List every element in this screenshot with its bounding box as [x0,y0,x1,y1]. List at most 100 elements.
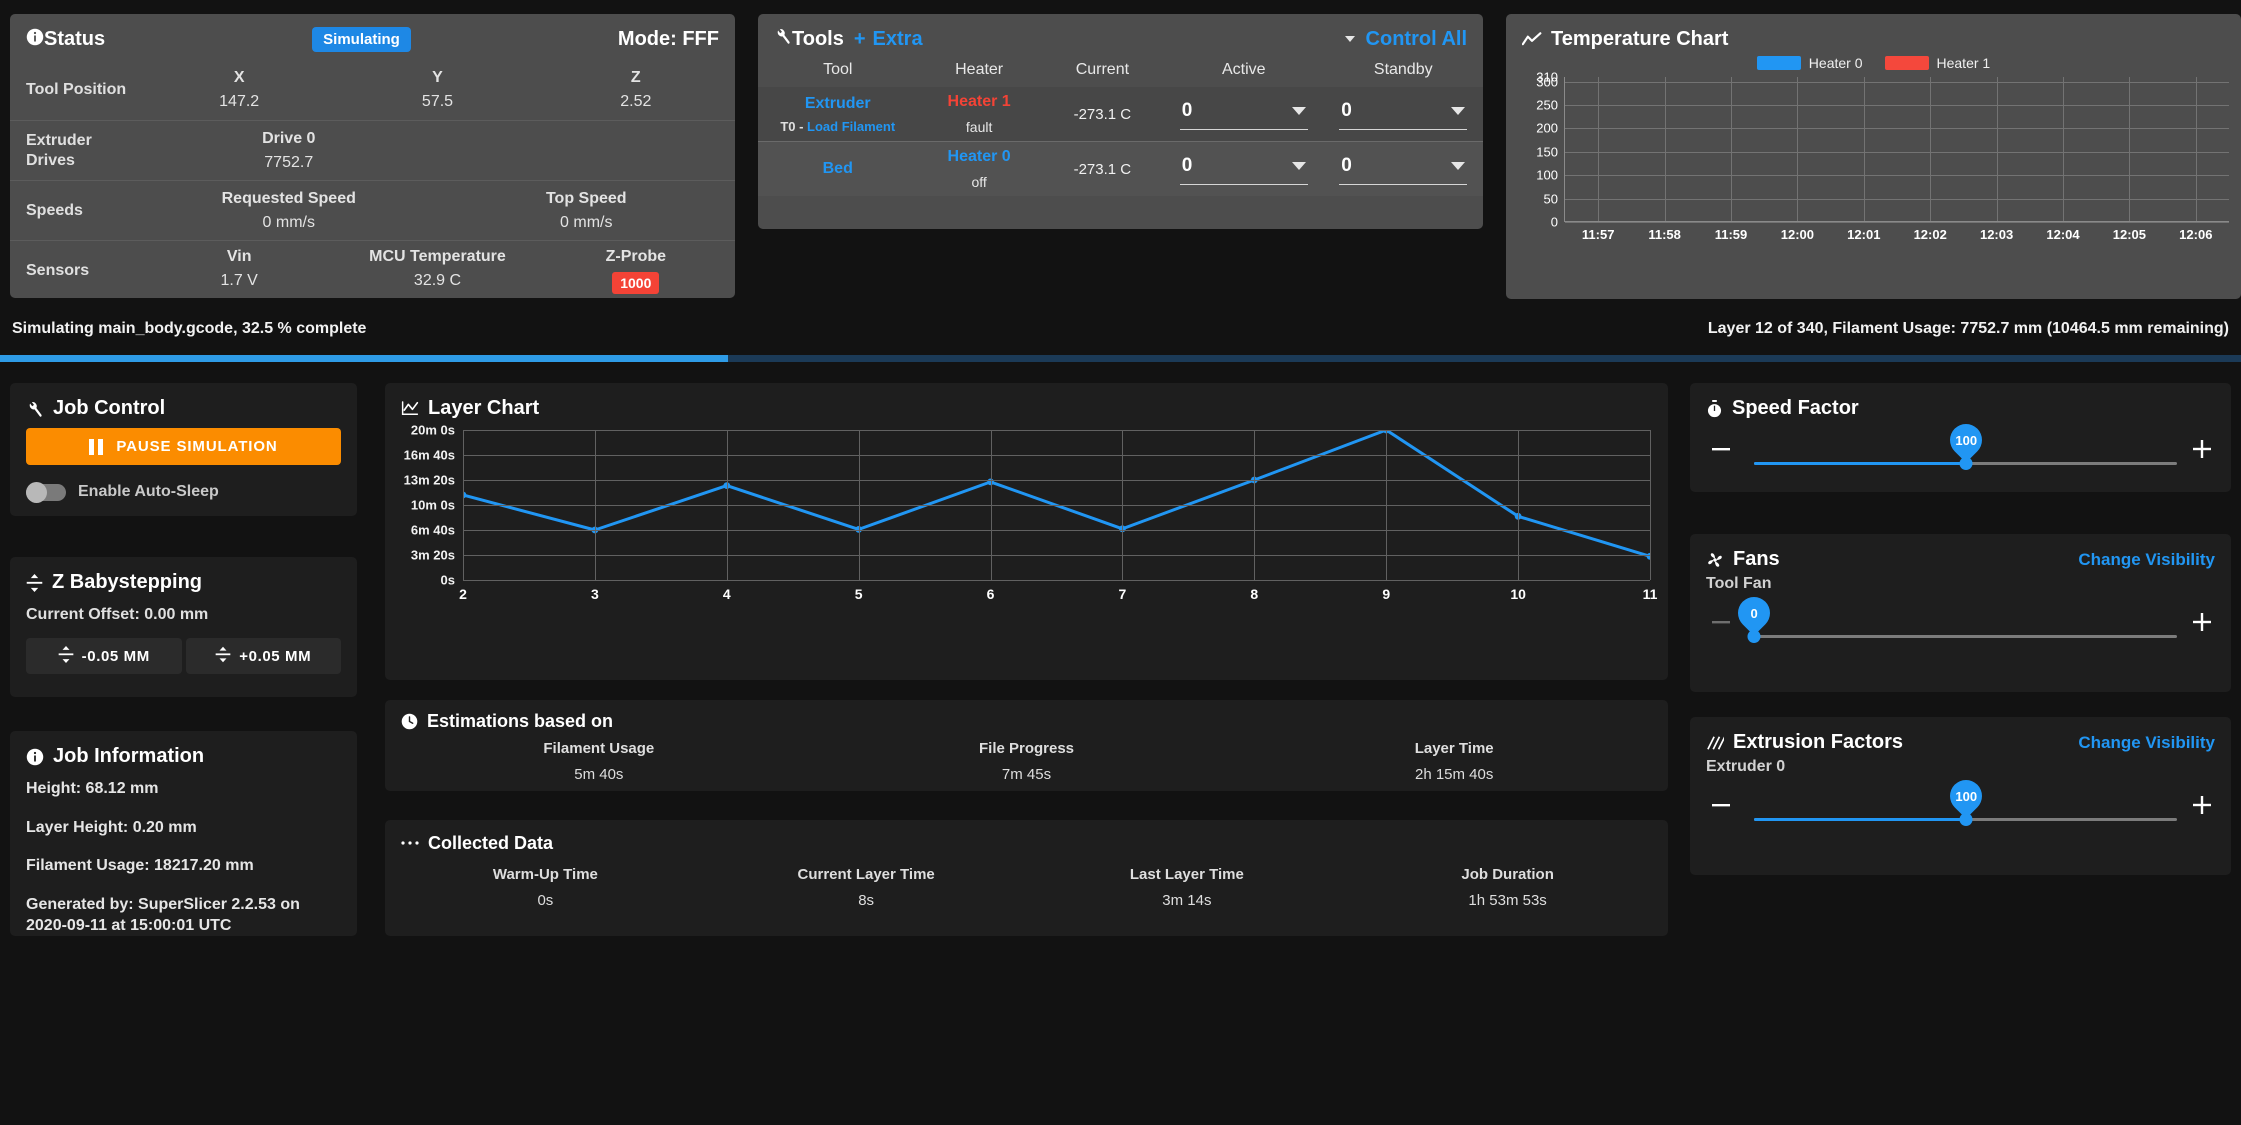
chevron-down-icon[interactable] [1451,107,1466,115]
standby-temp-cell: 0 [1324,142,1484,197]
hatch-lines-icon [1706,735,1724,751]
status-row-label-line2: Drives [26,151,75,169]
control-all-chevron-down-icon[interactable] [1344,35,1355,42]
tools-col-active: Active [1221,61,1266,78]
extrusion-change-visibility-link[interactable]: Change Visibility [2078,733,2215,753]
status-cell-key: Vin [226,247,252,265]
temperature-chart-y-tick: 310 [1536,69,1558,85]
layer-chart-x-tick: 6 [986,586,995,602]
job-information-title: Job Information [53,745,205,767]
status-row-label: Sensors [26,261,90,279]
job-control-title: Job Control [53,397,166,419]
enable-auto-sleep-toggle[interactable] [26,481,66,503]
extruder0-slider-track[interactable]: 100 [1754,773,2177,826]
extruder0-increase-button[interactable] [2189,792,2215,818]
z-babystep-plus-label: +0.05 MM [239,647,312,665]
info-icon [26,748,44,766]
enable-auto-sleep-row[interactable]: Enable Auto-Sleep [26,481,357,503]
layer-chart-y-tick: 3m 20s [410,547,455,563]
job-information-panel: Job Information Height: 68.12 mm Layer H… [10,731,357,936]
layer-chart-y-tick: 0s [440,572,455,588]
layer-chart-plot: 0s 3m 20s 6m 40s 10m 0s 13m 20s 16m 40s 20m 0s… [399,423,1658,620]
speed-factor-panel: Speed Factor 100 [1690,383,2231,492]
layer-chart-x-tick: 8 [1250,586,1259,602]
status-row-tool-position: Tool Position X 147.2 Y 57.5 Z 2.52 [10,60,735,120]
speed-factor-slider-row: 100 [1706,417,2215,484]
speed-factor-increase-button[interactable] [2189,436,2215,462]
chevron-down-icon[interactable] [1291,162,1306,170]
control-all-link[interactable]: Control All [1366,28,1467,51]
grid-line [463,580,1650,581]
dwc-dashboard: Status Simulating Mode: FFF Tool Positio… [0,0,2241,1125]
temperature-chart-y-tick: 100 [1536,167,1558,183]
temperature-chart-x-tick: 12:06 [2179,227,2213,242]
grid-line [1996,77,1998,221]
heater-name[interactable]: Heater 0 [918,148,1041,166]
temperature-chart-x-tick: 12:03 [1979,227,2014,242]
speed-factor-slider-fill [1754,462,1966,465]
standby-temp-select[interactable]: 0 [1339,153,1468,185]
layer-chart-line [463,430,1650,558]
chevron-down-icon[interactable] [1291,107,1306,115]
active-temp-select[interactable]: 0 [1179,153,1308,185]
tools-extra-link[interactable]: Extra [873,28,923,51]
z-babystep-minus-button[interactable]: -0.05 MM [26,638,182,674]
load-filament-link[interactable]: Load Filament [807,119,895,134]
tools-table-row: Extruder T0 - Load Filament Heater 1 fau… [758,87,1483,142]
speed-factor-slider-track[interactable]: 100 [1754,417,2177,470]
extruder0-decrease-button[interactable] [1708,792,1734,818]
z-babystep-plus-button[interactable]: +0.05 MM [185,638,341,674]
legend-item-heater0[interactable]: Heater 0 [1756,55,1863,71]
tool-name-bed[interactable]: Bed [758,160,918,178]
legend-label-heater0: Heater 0 [1808,55,1863,71]
job-progress-left-text: Simulating main_body.gcode, 32.5 % compl… [12,320,367,337]
fans-change-visibility-link[interactable]: Change Visibility [2078,550,2215,570]
job-control-header: Job Control [10,383,357,424]
active-temp-select[interactable]: 0 [1179,98,1308,130]
tool-fan-value: 0 [1750,605,1758,621]
extruder0-slider-row: 100 [1706,773,2215,840]
extruder0-slider-fill [1754,818,1966,821]
status-row-label: Speeds [26,201,83,219]
temperature-chart-x-tick: 11:59 [1714,227,1748,242]
tool-name-extruder[interactable]: Extruder [758,95,918,113]
fan-icon [1706,551,1724,569]
status-cell-key: Y [432,69,443,86]
tool-fan-increase-button[interactable] [2189,609,2215,635]
heater-state: off [971,174,987,190]
legend-item-heater1[interactable]: Heater 1 [1884,55,1990,71]
top-row: Status Simulating Mode: FFF Tool Positio… [10,14,2241,299]
pause-simulation-label: PAUSE SIMULATION [116,438,278,455]
status-cell-value: 0 mm/s [560,213,613,231]
estimations-stats: Filament Usage 5m 40s File Progress 7m 4… [385,738,1668,797]
collected-warm-up-time: Warm-Up Time 0s [385,866,706,909]
job-progress-right-text: Layer 12 of 340, Filament Usage: 7752.7 … [1707,320,2229,337]
pause-simulation-button[interactable]: PAUSE SIMULATION [26,428,341,465]
standby-temp-select[interactable]: 0 [1339,98,1468,130]
temperature-chart-plot: 0 50 100 150 200 250 300 310 11:57 11:58 11:59 12:… [1518,70,2229,249]
chevron-down-icon[interactable] [1451,162,1466,170]
status-cell-key: X [233,69,245,86]
temperature-chart-legend: Heater 0 Heater 1 [1506,55,2241,71]
tool-fan-slider-track[interactable]: 0 [1731,590,2177,643]
tool-cell: Extruder T0 - Load Filament [758,87,918,142]
estimations-title: Estimations based on [427,711,614,731]
layer-chart-y-tick: 6m 40s [410,522,455,538]
estimation-file-progress: File Progress 7m 45s [813,740,1241,783]
heater-name[interactable]: Heater 1 [918,93,1041,111]
grid-line [1518,430,1520,580]
heater-cell: Heater 0 off [918,142,1041,197]
grid-line [1386,430,1388,580]
tool-fan-decrease-button[interactable] [1708,609,1734,635]
tools-extra-plus[interactable]: + [854,28,866,51]
grid-line [463,480,1650,481]
speed-factor-decrease-button[interactable] [1708,436,1734,462]
layer-chart-header: Layer Chart [385,383,1668,422]
stat-value: 7m 45s [1001,766,1052,783]
status-cell-x: X 147.2 [140,69,338,111]
grid-line [1254,430,1256,580]
collected-last-layer-time: Last Layer Time 3m 14s [1027,866,1348,909]
stat-key: File Progress [978,740,1075,757]
extruder0-value: 100 [1954,788,1977,804]
active-temp-value: 0 [1181,155,1193,176]
